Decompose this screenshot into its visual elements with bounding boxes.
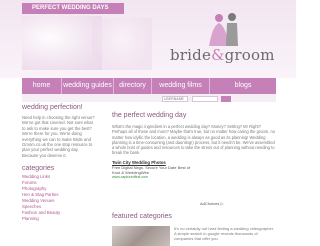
nav-wedding-guides[interactable]: wedding guides bbox=[62, 78, 114, 94]
header: PERFECT WEDDING DAYS bride&groom bbox=[0, 0, 296, 78]
sidebar-text: Need help in choosing the right venue? W… bbox=[22, 115, 95, 158]
nav-home[interactable]: home bbox=[22, 78, 62, 94]
featured-thumbnail[interactable] bbox=[112, 226, 170, 246]
main-title: the perfect wedding day bbox=[112, 112, 187, 119]
site-logo[interactable]: bride&groom bbox=[170, 46, 275, 64]
main-text: What's the magic ingredient in a perfect… bbox=[112, 124, 276, 156]
main-content: the perfect wedding day What's the magic… bbox=[112, 104, 276, 246]
featured-text: It's no certainly not hard finding a wed… bbox=[174, 226, 274, 241]
nav-wedding-films[interactable]: wedding films bbox=[152, 78, 210, 94]
logo-groom: groom bbox=[224, 46, 275, 64]
categories-title: categories bbox=[22, 165, 55, 173]
logo-bride: bride bbox=[170, 46, 212, 64]
hero-photo-secondary bbox=[92, 18, 152, 70]
login-strip bbox=[22, 94, 276, 102]
bride-groom-logo-icon bbox=[209, 13, 238, 46]
nav-blogs[interactable]: blogs bbox=[210, 78, 276, 94]
sidebar: wedding perfection! Need help in choosin… bbox=[22, 104, 96, 246]
ad-url[interactable]: www.capturedfirst.com bbox=[112, 175, 222, 179]
password-input[interactable] bbox=[192, 96, 218, 102]
ad-choices-link[interactable]: AdChoices ▷ bbox=[200, 201, 224, 206]
featured-title: featured categories bbox=[112, 213, 172, 220]
login-button[interactable] bbox=[221, 96, 231, 102]
category-link[interactable]: Planning bbox=[22, 216, 96, 222]
header-tag: PERFECT WEDDING DAYS bbox=[22, 3, 124, 14]
ad-box[interactable]: Twin City Wedding Photos Free Digital Ne… bbox=[112, 160, 222, 179]
username-input[interactable]: USERNAME bbox=[162, 96, 188, 102]
hero-photo bbox=[22, 16, 102, 70]
category-list: Wedding Links Forums Photography Hen & S… bbox=[22, 174, 96, 222]
logo-ampersand: & bbox=[211, 46, 225, 64]
page: PERFECT WEDDING DAYS bride&groom home we… bbox=[0, 0, 296, 246]
sidebar-title: wedding perfection! bbox=[22, 104, 83, 111]
nav-directory[interactable]: directory bbox=[114, 78, 152, 94]
main-nav: home wedding guides directory wedding fi… bbox=[22, 78, 276, 94]
